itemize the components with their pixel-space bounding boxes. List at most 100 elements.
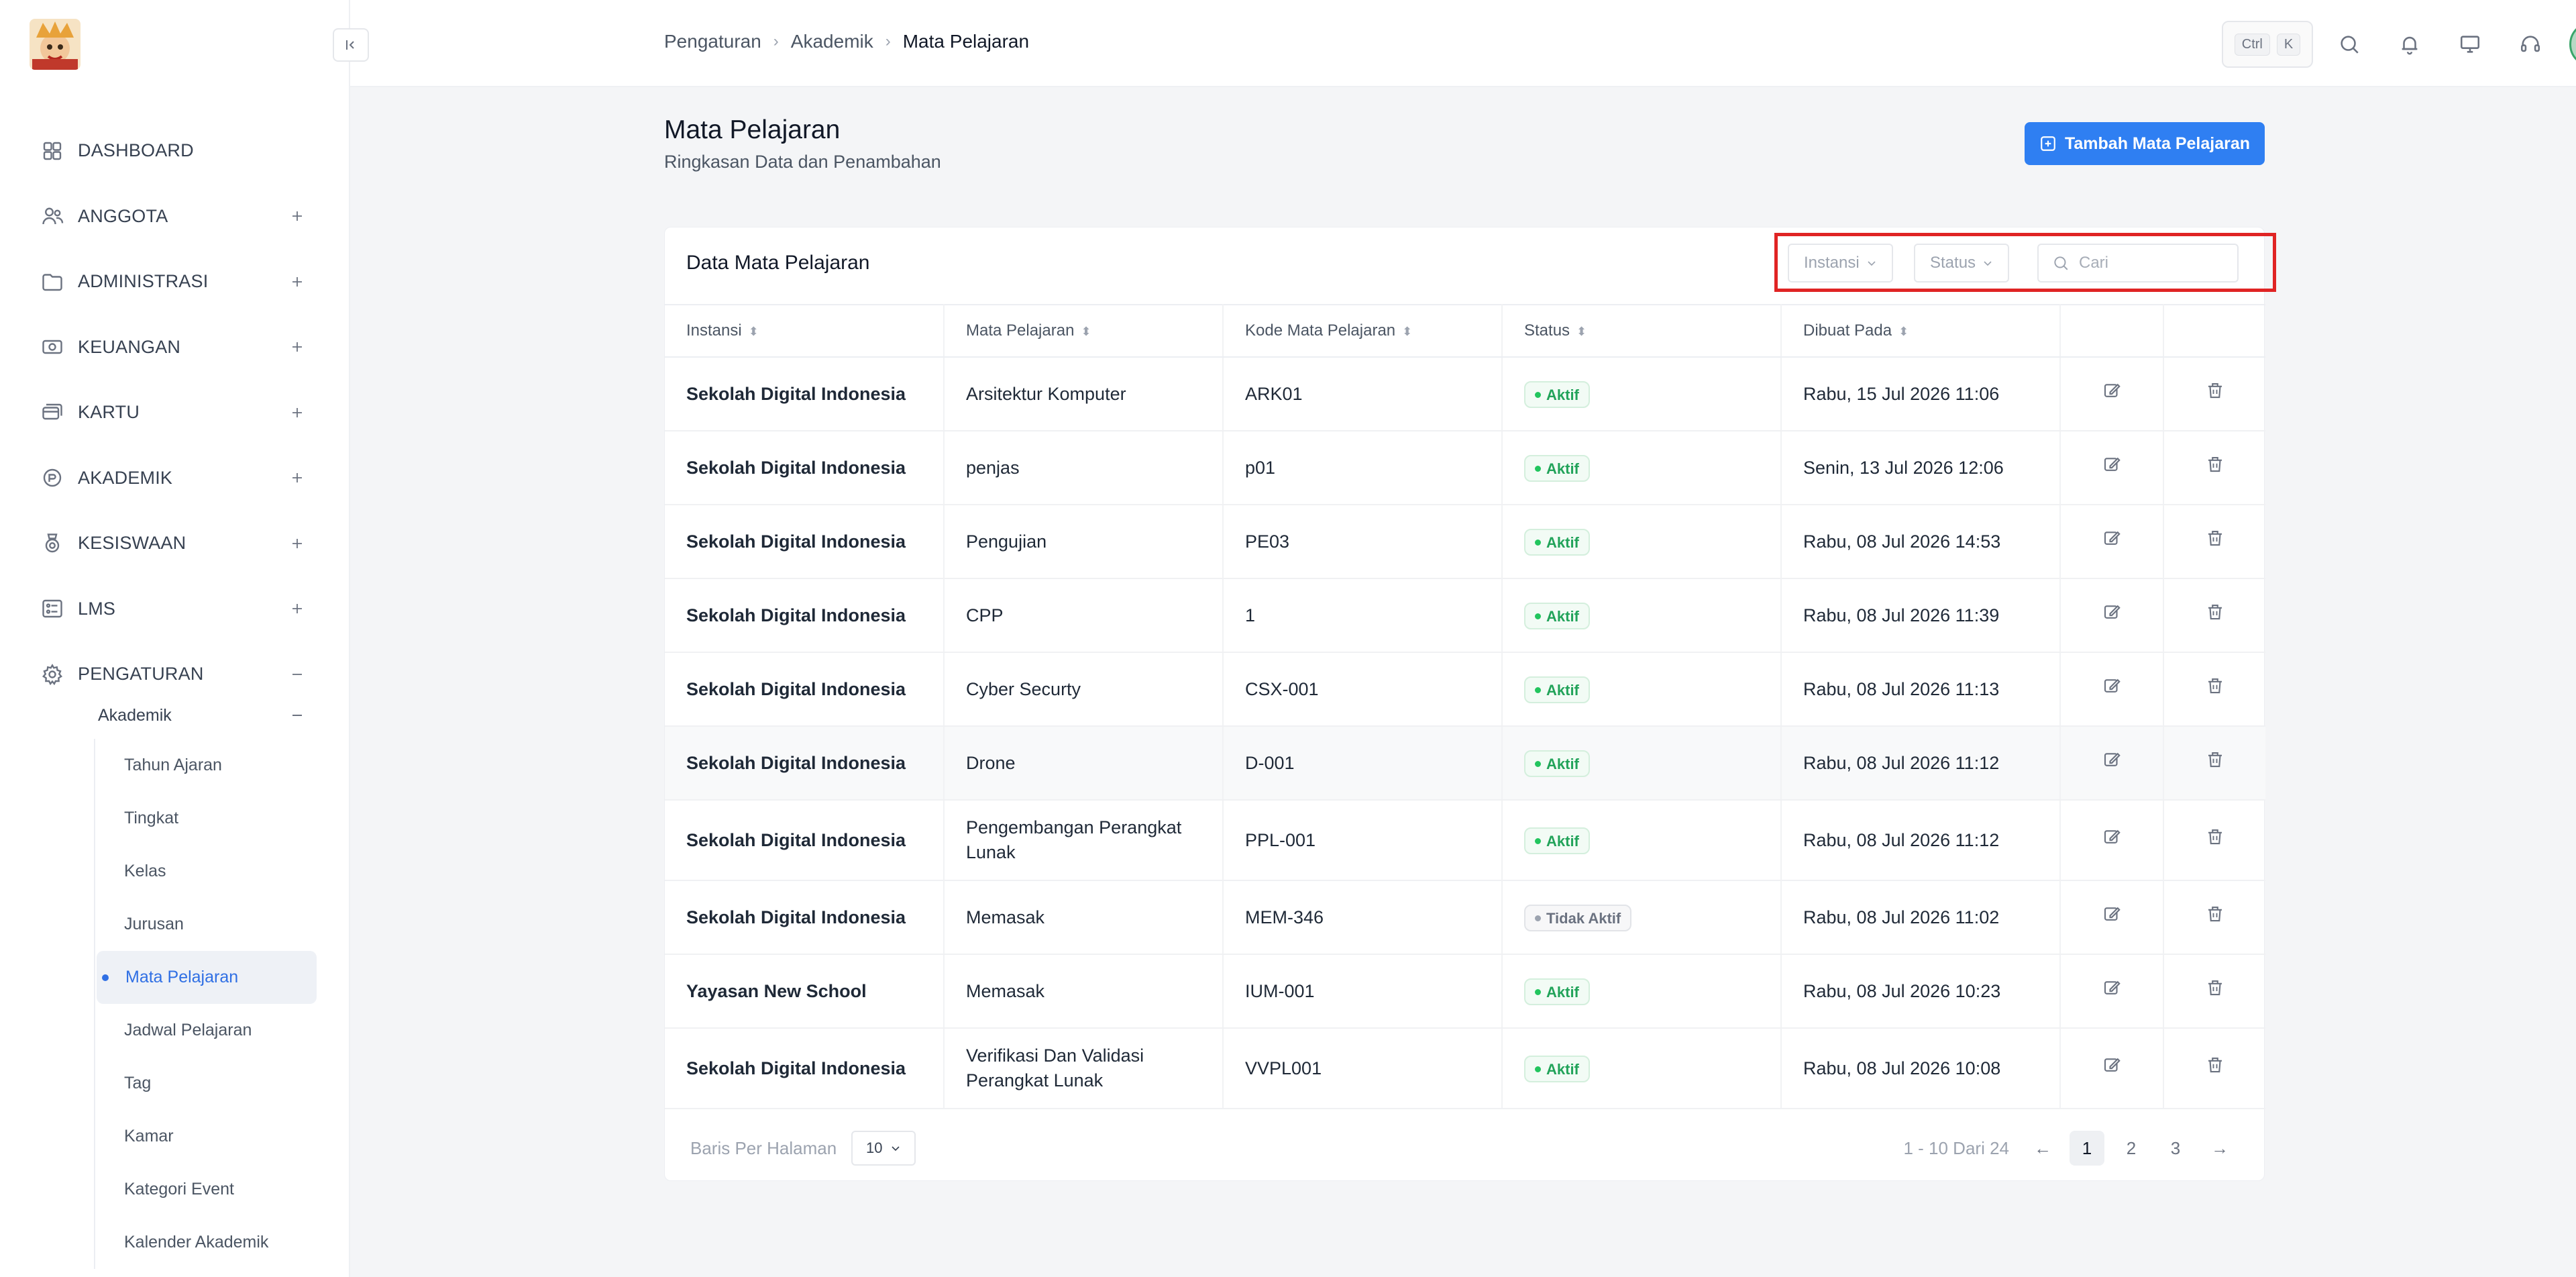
expand-icon[interactable] — [287, 468, 307, 488]
command-palette-shortcut[interactable]: Ctrl K — [2222, 21, 2313, 68]
status-badge: Aktif — [1524, 381, 1590, 409]
cell-instansi: Sekolah Digital Indonesia — [665, 652, 945, 727]
delete-button[interactable] — [2163, 954, 2265, 1029]
edit-icon — [2104, 752, 2121, 766]
app-logo[interactable] — [30, 19, 80, 70]
table-row[interactable]: Sekolah Digital Indonesia Verifikasi Dan … — [665, 1028, 2265, 1109]
status-filter[interactable]: Status — [1914, 244, 2010, 283]
collapse-icon[interactable] — [287, 664, 307, 684]
column-header-mata-pelajaran[interactable]: Mata Pelajaran ⬍ — [944, 304, 1224, 358]
bell-icon[interactable] — [2395, 30, 2424, 59]
expand-icon[interactable] — [287, 206, 307, 226]
expand-icon[interactable] — [287, 272, 307, 292]
table-row[interactable]: Sekolah Digital Indonesia Drone D-001 Aktif… — [665, 726, 2265, 801]
rows-per-page-select[interactable]: 10 — [851, 1131, 916, 1166]
submenu-item-tahun-ajaran[interactable]: Tahun Ajaran — [95, 739, 317, 792]
delete-button[interactable] — [2163, 505, 2265, 579]
edit-button[interactable] — [2060, 357, 2164, 431]
submenu-item-mata-pelajaran[interactable]: Mata Pelajaran — [97, 951, 317, 1004]
monitor-icon[interactable] — [2455, 30, 2485, 59]
column-header-status[interactable]: Status ⬍ — [1502, 304, 1782, 358]
edit-button[interactable] — [2060, 1028, 2164, 1109]
delete-button[interactable] — [2163, 431, 2265, 505]
expand-icon[interactable] — [287, 403, 307, 423]
expand-icon[interactable] — [287, 337, 307, 357]
table-row[interactable]: Sekolah Digital Indonesia Pengujian PE03 Ak… — [665, 505, 2265, 579]
sidebar-item-dashboard[interactable]: DASHBOARD — [0, 118, 350, 184]
delete-button[interactable] — [2163, 880, 2265, 955]
sidebar-item-akademik[interactable]: AKADEMIK — [0, 446, 350, 511]
breadcrumb-item[interactable]: Akademik — [791, 31, 873, 52]
table-row[interactable]: Sekolah Digital Indonesia Arsitektur Komp… — [665, 357, 2265, 431]
table-row[interactable]: Sekolah Digital Indonesia Pengembangan Pe… — [665, 800, 2265, 881]
avatar[interactable]: AF — [2569, 21, 2576, 67]
submenu-item-jadwal-pelajaran[interactable]: Jadwal Pelajaran — [95, 1004, 317, 1057]
column-header-delete — [2163, 304, 2265, 358]
add-subject-button[interactable]: Tambah Mata Pelajaran — [2025, 122, 2265, 165]
table-row[interactable]: Sekolah Digital Indonesia CPP 1 Aktif Rabu, … — [665, 578, 2265, 653]
cell-dibuat-pada: Rabu, 08 Jul 2026 10:23 — [1781, 954, 2061, 1029]
edit-icon — [2104, 605, 2121, 619]
edit-button[interactable] — [2060, 726, 2164, 801]
card-title: Data Mata Pelajaran — [686, 252, 870, 274]
status-text: Aktif — [1546, 460, 1579, 477]
column-header-dibuat-pada[interactable]: Dibuat Pada ⬍ — [1781, 304, 2061, 358]
status-dot — [1535, 988, 1541, 995]
expand-icon[interactable] — [287, 599, 307, 619]
sidebar-collapse-button[interactable] — [333, 28, 369, 62]
sidebar-item-lms[interactable]: LMS — [0, 576, 350, 642]
page-button-3[interactable]: 3 — [2158, 1131, 2193, 1166]
sidebar-item-kesiswaan[interactable]: KESISWAAN — [0, 511, 350, 576]
edit-button[interactable] — [2060, 954, 2164, 1029]
table-row[interactable]: Sekolah Digital Indonesia Cyber Securty CS… — [665, 652, 2265, 727]
sidebar-item-anggota[interactable]: ANGGOTA — [0, 184, 350, 250]
sidebar-item-pengaturan[interactable]: PENGATURAN — [0, 642, 350, 707]
submenu-item-kelas[interactable]: Kelas — [95, 845, 317, 898]
edit-button[interactable] — [2060, 880, 2164, 955]
sort-icon: ⬍ — [1081, 325, 1091, 338]
headset-icon[interactable] — [2516, 30, 2545, 59]
table-row[interactable]: Yayasan New School Memasak IUM-001 Aktif Rab… — [665, 954, 2265, 1029]
delete-button[interactable] — [2163, 578, 2265, 653]
sidebar-item-kartu[interactable]: KARTU — [0, 380, 350, 446]
cell-status: Aktif — [1502, 578, 1782, 653]
page-button-2[interactable]: 2 — [2114, 1131, 2149, 1166]
delete-button[interactable] — [2163, 800, 2265, 881]
page-subtitle: Ringkasan Data dan Penambahan — [664, 152, 941, 172]
breadcrumb: Pengaturan › Akademik › Mata Pelajaran — [664, 31, 1029, 52]
prev-page-button[interactable]: ← — [2025, 1131, 2060, 1166]
expand-icon[interactable] — [287, 533, 307, 554]
table-row[interactable]: Sekolah Digital Indonesia Memasak MEM-346 T… — [665, 880, 2265, 955]
edit-button[interactable] — [2060, 578, 2164, 653]
delete-button[interactable] — [2163, 652, 2265, 727]
submenu-item-kategori-event[interactable]: Kategori Event — [95, 1163, 317, 1216]
edit-button[interactable] — [2060, 800, 2164, 881]
breadcrumb-item[interactable]: Pengaturan — [664, 31, 761, 52]
edit-button[interactable] — [2060, 652, 2164, 727]
search-icon[interactable] — [2334, 30, 2364, 59]
sidebar-item-keuangan[interactable]: KEUANGAN — [0, 315, 350, 380]
table-row[interactable]: Sekolah Digital Indonesia penjas p01 Aktif S… — [665, 431, 2265, 505]
search-field[interactable] — [2037, 244, 2239, 283]
submenu-item-kamar[interactable]: Kamar — [95, 1110, 317, 1163]
submenu-item-tingkat[interactable]: Tingkat — [95, 792, 317, 845]
cell-mata-pelajaran: Pengembangan Perangkat Lunak — [944, 800, 1224, 881]
submenu-item-jurusan[interactable]: Jurusan — [95, 898, 317, 951]
cell-mata-pelajaran: Drone — [944, 726, 1224, 801]
submenu-item-tag[interactable]: Tag — [95, 1057, 317, 1110]
submenu-collapse-icon[interactable] — [287, 705, 307, 725]
delete-button[interactable] — [2163, 726, 2265, 801]
instansi-filter[interactable]: Instansi — [1788, 244, 1893, 283]
delete-button[interactable] — [2163, 1028, 2265, 1109]
next-page-button[interactable]: → — [2202, 1131, 2237, 1166]
column-header-instansi[interactable]: Instansi ⬍ — [665, 304, 945, 358]
sidebar-submenu-akademik[interactable]: Akademik — [98, 702, 172, 729]
submenu-item-kalender-akademik[interactable]: Kalender Akademik — [95, 1216, 317, 1269]
column-header-kode[interactable]: Kode Mata Pelajaran ⬍ — [1223, 304, 1503, 358]
page-button-1[interactable]: 1 — [2070, 1131, 2104, 1166]
edit-button[interactable] — [2060, 505, 2164, 579]
search-input[interactable] — [2079, 254, 2213, 272]
edit-button[interactable] — [2060, 431, 2164, 505]
sidebar-item-administrasi[interactable]: ADMINISTRASI — [0, 249, 350, 315]
delete-button[interactable] — [2163, 357, 2265, 431]
